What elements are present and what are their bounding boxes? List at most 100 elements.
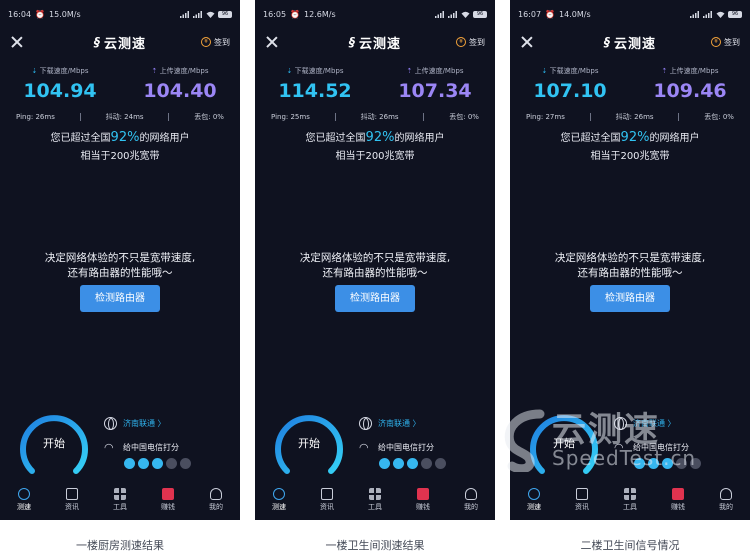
beat-suffix: 的网络用户 (139, 133, 190, 144)
battery-icon: 96 (728, 10, 742, 18)
rating-face-icon[interactable] (138, 458, 149, 469)
equivalent-text: 相当于200兆宽带 (590, 151, 670, 162)
tab-news[interactable]: 资讯 (48, 488, 96, 520)
tab-label: 赚钱 (671, 503, 685, 511)
rating-face-icon[interactable] (662, 458, 673, 469)
rating-face-icon[interactable] (124, 458, 135, 469)
tab-speedtest[interactable]: 测速 (0, 488, 48, 520)
tab-news[interactable]: 资讯 (303, 488, 351, 520)
jitter-value: 抖动: 24ms (105, 113, 144, 121)
rating-face-icon[interactable] (634, 458, 645, 469)
tab-earn[interactable]: 赚钱 (399, 488, 447, 520)
wifi-icon (206, 11, 215, 18)
tab-label: 赚钱 (161, 503, 175, 511)
rating-face-icon[interactable] (421, 458, 432, 469)
close-icon[interactable] (10, 35, 24, 49)
upload-label-text: 上传速度/Mbps (414, 67, 464, 75)
status-net-speed: 14.0M/s (559, 9, 591, 19)
tab-speedtest[interactable]: 测速 (510, 488, 558, 520)
divider (678, 113, 680, 121)
speedometer-icon (18, 488, 30, 500)
sign-in-button[interactable]: ¥ 签到 (711, 37, 740, 48)
equivalent-text: 相当于200兆宽带 (335, 151, 415, 162)
signal-icon (448, 10, 457, 18)
tab-label: 测速 (17, 503, 31, 511)
globe-icon (104, 417, 117, 430)
start-button-label[interactable]: 开始 (273, 435, 345, 451)
stats-row: Ping: 25ms 抖动: 26ms 丢包: 0% (271, 112, 479, 122)
rating-face-icon[interactable] (648, 458, 659, 469)
news-icon (66, 488, 78, 500)
rating-face-icon[interactable] (407, 458, 418, 469)
top-bar: § 云测速 ¥ 签到 (520, 32, 740, 52)
beat-prefix: 您已超过全国 (305, 133, 366, 144)
tab-earn[interactable]: 赚钱 (144, 488, 192, 520)
wifi-icon (461, 11, 470, 18)
isp-link[interactable]: 济南联通 〉 (614, 417, 676, 430)
app-logo: § 云测速 (604, 33, 656, 52)
tab-speedtest[interactable]: 测速 (255, 488, 303, 520)
rate-label: 给中国电信打分 (378, 443, 434, 452)
isp-link[interactable]: 济南联通 〉 (359, 417, 421, 430)
check-router-button[interactable]: 检测路由器 (335, 285, 415, 312)
divider (589, 113, 591, 121)
sign-in-button[interactable]: ¥ 签到 (456, 37, 485, 48)
close-icon[interactable] (265, 35, 279, 49)
beat-text: 您已超过全国92%的网络用户 (255, 129, 495, 145)
phone-screen: 16:07 ⏰ 14.0M/s 96 § 云测速 ¥ 签到 ⇣ 下载速度/Mbp… (510, 0, 750, 520)
tab-mine[interactable]: 我的 (192, 488, 240, 520)
download-label: ⇣ 下载速度/Mbps (255, 66, 375, 76)
sign-in-label: 签到 (214, 37, 230, 47)
rating-face-icon[interactable] (152, 458, 163, 469)
rating-face-icon[interactable] (393, 458, 404, 469)
tab-label: 赚钱 (416, 503, 430, 511)
tab-label: 测速 (272, 503, 286, 511)
rating-face-icon[interactable] (676, 458, 687, 469)
wifi-icon: ◠ (359, 441, 369, 454)
start-button-label[interactable]: 开始 (528, 435, 600, 451)
download-label-text: 下载速度/Mbps (549, 67, 599, 75)
isp-link[interactable]: 济南联通 〉 (104, 417, 166, 430)
rating-faces (124, 458, 191, 469)
tab-tools[interactable]: 工具 (96, 488, 144, 520)
tab-tools[interactable]: 工具 (351, 488, 399, 520)
check-router-button[interactable]: 检测路由器 (590, 285, 670, 312)
beat-text: 您已超过全国92%的网络用户 (510, 129, 750, 145)
coin-icon: ¥ (456, 37, 466, 47)
download-value: 114.52 (278, 80, 352, 102)
sign-in-label: 签到 (724, 37, 740, 47)
tab-label: 我的 (209, 503, 223, 511)
download-label-text: 下载速度/Mbps (39, 67, 89, 75)
download-arrow-icon: ⇣ (541, 67, 548, 75)
signal-icon (690, 10, 699, 18)
rating-face-icon[interactable] (379, 458, 390, 469)
rating-faces (634, 458, 701, 469)
tab-label: 我的 (719, 503, 733, 511)
jitter-value: 抖动: 26ms (615, 113, 654, 121)
rate-label: 给中国电信打分 (633, 443, 689, 452)
rating-face-icon[interactable] (180, 458, 191, 469)
start-button-label[interactable]: 开始 (18, 435, 90, 451)
download-label: ⇣ 下载速度/Mbps (510, 66, 630, 76)
upload-arrow-icon: ⇡ (406, 67, 413, 75)
user-icon (465, 488, 477, 500)
tab-news[interactable]: 资讯 (558, 488, 606, 520)
rating-face-icon[interactable] (690, 458, 701, 469)
tab-mine[interactable]: 我的 (702, 488, 750, 520)
check-router-button[interactable]: 检测路由器 (80, 285, 160, 312)
rating-face-icon[interactable] (166, 458, 177, 469)
top-bar: § 云测速 ¥ 签到 (265, 32, 485, 52)
logo-text: 云测速 (358, 36, 402, 52)
tab-tools[interactable]: 工具 (606, 488, 654, 520)
beat-percent: 92% (620, 130, 650, 145)
upload-value: 104.40 (143, 80, 217, 102)
tab-mine[interactable]: 我的 (447, 488, 495, 520)
battery-icon: 96 (218, 10, 232, 18)
loss-value: 丢包: 0% (449, 113, 479, 121)
speed-values: 104.94 104.40 (0, 80, 240, 102)
rating-face-icon[interactable] (435, 458, 446, 469)
sign-in-button[interactable]: ¥ 签到 (201, 37, 230, 48)
tab-earn[interactable]: 赚钱 (654, 488, 702, 520)
close-icon[interactable] (520, 35, 534, 49)
speedometer-icon (273, 488, 285, 500)
